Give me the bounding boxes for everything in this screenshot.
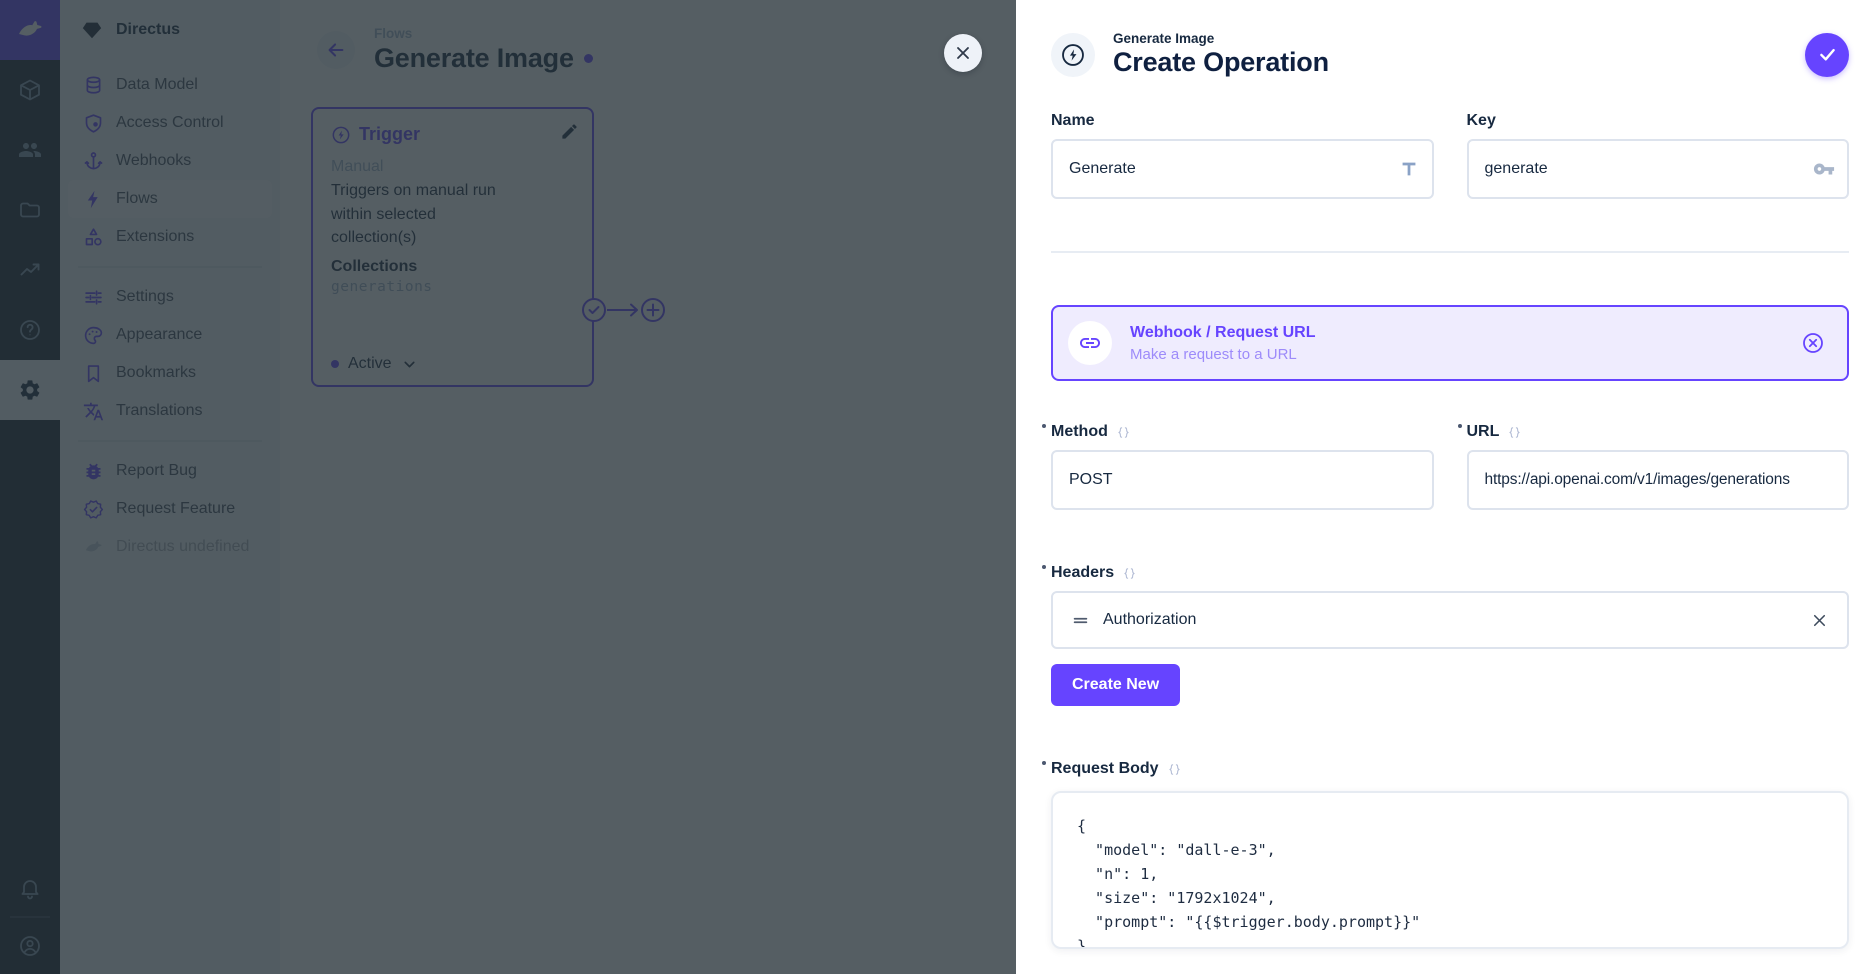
link-icon bbox=[1078, 331, 1102, 355]
url-input[interactable] bbox=[1467, 450, 1850, 510]
directus-app: Directus Data Model Access Control Webho… bbox=[0, 0, 1865, 974]
bolt-circle-icon bbox=[1060, 42, 1086, 68]
check-icon bbox=[1817, 44, 1838, 65]
field-label-text: Headers bbox=[1051, 564, 1114, 582]
key-label-row: Key bbox=[1467, 112, 1850, 130]
field-key: Key bbox=[1467, 112, 1850, 199]
close-icon bbox=[1810, 611, 1829, 630]
key-icon bbox=[1813, 158, 1835, 180]
drawer-overlay[interactable] bbox=[0, 0, 1016, 974]
field-headers: Headers Authorization Create New bbox=[1051, 564, 1849, 706]
name-input[interactable] bbox=[1051, 139, 1434, 199]
required-dot bbox=[1042, 761, 1046, 765]
headers-label-row: Headers bbox=[1051, 564, 1849, 582]
save-operation-button[interactable] bbox=[1805, 33, 1849, 77]
name-label-row: Name bbox=[1051, 112, 1434, 130]
create-new-header-button[interactable]: Create New bbox=[1051, 664, 1180, 706]
header-name: Authorization bbox=[1103, 611, 1196, 629]
drawer-breadcrumb: Generate Image bbox=[1113, 31, 1329, 46]
deselect-operation-type-button[interactable] bbox=[1801, 331, 1825, 355]
operation-type-card[interactable]: Webhook / Request URL Make a request to … bbox=[1051, 305, 1849, 381]
close-icon bbox=[953, 43, 973, 63]
operation-type-title: Webhook / Request URL bbox=[1130, 324, 1316, 342]
drawer-titles: Generate Image Create Operation bbox=[1113, 31, 1329, 78]
close-drawer-button[interactable] bbox=[944, 34, 982, 72]
field-request-body: Request Body { "model": "dall-e-3", "n":… bbox=[1051, 760, 1849, 949]
page-behind-drawer: Directus Data Model Access Control Webho… bbox=[0, 0, 1016, 974]
raw-value-icon[interactable] bbox=[1116, 425, 1131, 440]
method-label-row: Method bbox=[1051, 423, 1434, 441]
field-url: URL bbox=[1467, 423, 1850, 510]
header-list-item[interactable]: Authorization bbox=[1051, 591, 1849, 649]
drawer-title: Create Operation bbox=[1113, 47, 1329, 78]
operation-icon-circle bbox=[1051, 33, 1095, 77]
field-method: Method POST bbox=[1051, 423, 1434, 510]
url-label-row: URL bbox=[1467, 423, 1850, 441]
remove-header-button[interactable] bbox=[1810, 611, 1829, 630]
method-value: POST bbox=[1069, 471, 1113, 489]
operation-form: Name Key bbox=[1016, 112, 1865, 969]
field-label-text: Key bbox=[1467, 112, 1496, 130]
field-label-text: Request Body bbox=[1051, 760, 1159, 778]
field-label-text: Name bbox=[1051, 112, 1095, 130]
required-dot bbox=[1042, 565, 1046, 569]
drawer-header: Generate Image Create Operation bbox=[1016, 0, 1865, 78]
request-body-label-row: Request Body bbox=[1051, 760, 1849, 778]
required-dot bbox=[1042, 424, 1046, 428]
key-input[interactable] bbox=[1467, 139, 1850, 199]
operation-type-subtitle: Make a request to a URL bbox=[1130, 346, 1316, 363]
field-label-text: URL bbox=[1467, 423, 1500, 441]
raw-value-icon[interactable] bbox=[1167, 762, 1182, 777]
create-operation-drawer: Generate Image Create Operation Name bbox=[1016, 0, 1865, 974]
webhook-icon-circle bbox=[1068, 321, 1112, 365]
request-body-code[interactable]: { "model": "dall-e-3", "n": 1, "size": "… bbox=[1077, 814, 1823, 949]
title-interface-icon bbox=[1398, 158, 1420, 180]
form-divider bbox=[1051, 251, 1849, 253]
operation-type-texts: Webhook / Request URL Make a request to … bbox=[1130, 324, 1316, 363]
field-name: Name bbox=[1051, 112, 1434, 199]
drag-handle-icon[interactable] bbox=[1071, 611, 1090, 630]
raw-value-icon[interactable] bbox=[1122, 566, 1137, 581]
field-label-text: Method bbox=[1051, 423, 1108, 441]
method-select[interactable]: POST bbox=[1051, 450, 1434, 510]
cancel-circle-icon bbox=[1801, 331, 1825, 355]
raw-value-icon[interactable] bbox=[1507, 425, 1522, 440]
request-body-editor[interactable]: { "model": "dall-e-3", "n": 1, "size": "… bbox=[1051, 791, 1849, 949]
required-dot bbox=[1458, 424, 1462, 428]
